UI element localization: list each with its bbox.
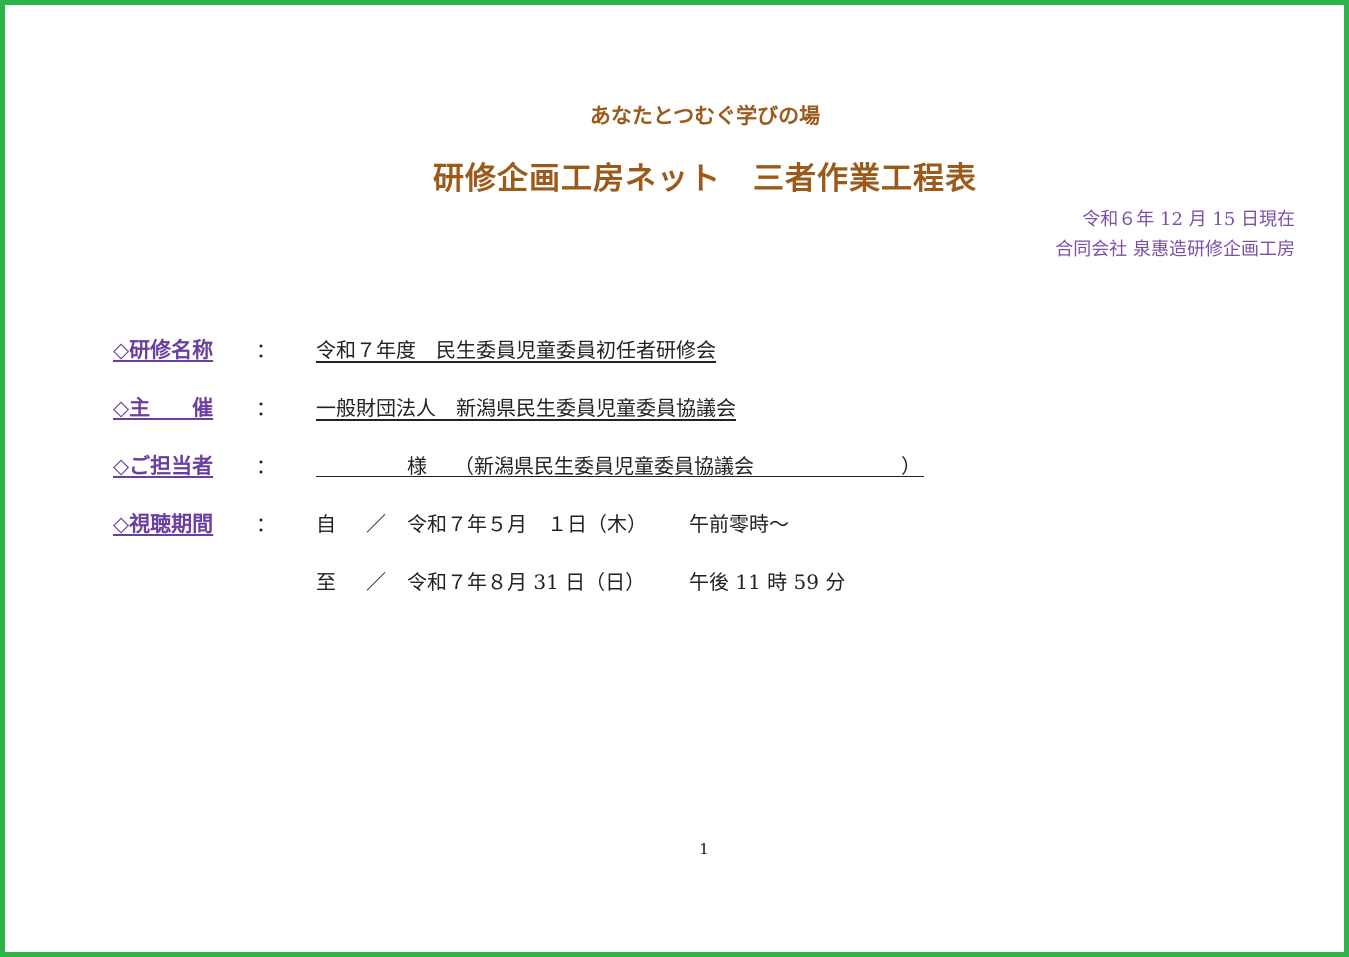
as-of-date: 令和６年 12 月 15 日現在 bbox=[1082, 209, 1295, 230]
organizer-colon: ： bbox=[256, 396, 276, 420]
from-slash: ／ bbox=[366, 512, 386, 536]
to-slash: ／ bbox=[366, 570, 386, 594]
contact-value: 様 （新潟県民生委員児童委員協議会 ） bbox=[316, 450, 924, 478]
from-marker: 自 bbox=[316, 512, 336, 536]
page-title: 研修企画工房ネット 三者作業工程表 bbox=[433, 161, 977, 197]
contact-colon: ： bbox=[256, 454, 276, 478]
contact-honorific: 様 bbox=[407, 454, 427, 478]
viewing-period-from: 自 ／ 令和７年５月 １日（木） 午前零時～ bbox=[316, 508, 876, 536]
from-date: 令和７年５月 １日（木） bbox=[407, 512, 647, 536]
contact-organization: （新潟県民生委員児童委員協議会 bbox=[454, 454, 754, 478]
course-name-value: 令和７年度 民生委員児童委員初任者研修会 bbox=[316, 338, 716, 362]
contact-label: ◇ご担当者 bbox=[113, 453, 214, 478]
to-date: 令和７年８月 31 日（日） bbox=[407, 570, 646, 594]
viewing-period-label: ◇視聴期間 bbox=[113, 511, 214, 536]
to-time: 午後 11 時 59 分 bbox=[689, 570, 846, 594]
page-subtitle: あなたとつむぐ学びの場 bbox=[589, 103, 821, 128]
organizer-label: ◇主 催 bbox=[113, 395, 214, 420]
organizer-value: 一般財団法人 新潟県民生委員児童委員協議会 bbox=[316, 396, 736, 420]
from-time: 午前零時～ bbox=[689, 512, 789, 536]
to-marker: 至 bbox=[316, 570, 336, 594]
course-name-label: ◇研修名称 bbox=[113, 337, 214, 362]
viewing-period-to: 至 ／ 令和７年８月 31 日（日） 午後 11 時 59 分 bbox=[316, 566, 876, 594]
course-name-colon: ： bbox=[256, 338, 276, 362]
contact-close-paren: ） bbox=[901, 454, 921, 478]
viewing-period-colon: ： bbox=[256, 512, 276, 536]
page-number: 1 bbox=[699, 840, 709, 858]
company-name: 合同会社 泉惠造研修企画工房 bbox=[1055, 239, 1295, 260]
